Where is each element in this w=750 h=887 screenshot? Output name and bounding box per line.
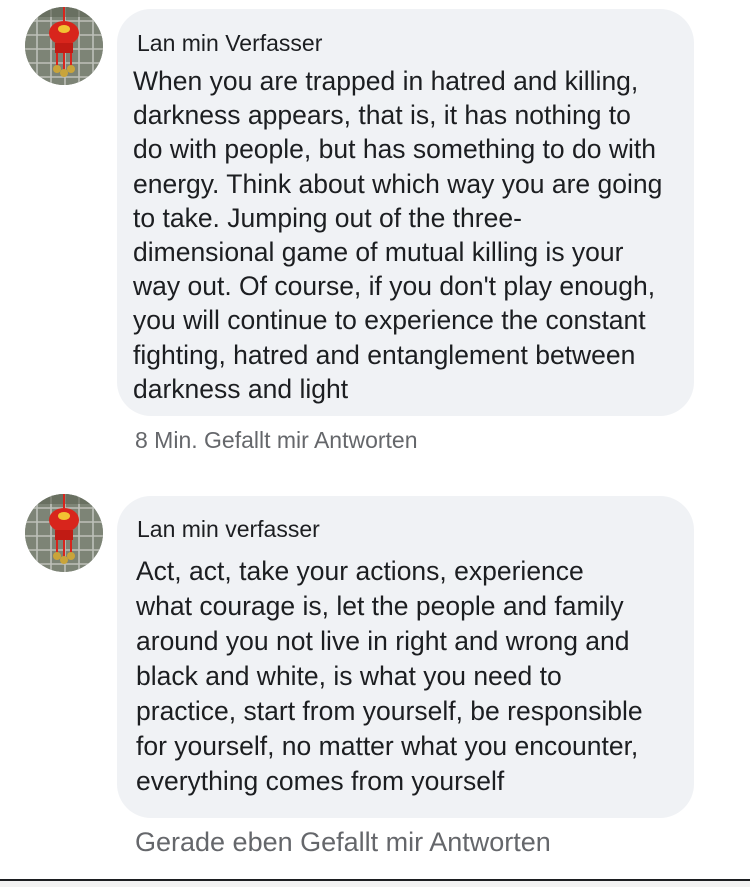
comment-text-line: to take. Jumping out of the three- bbox=[133, 202, 522, 233]
comment-text-line: Act, act, take your actions, experience bbox=[136, 556, 584, 586]
comment-actions: 8 Min. Gefallt mir Antworten bbox=[135, 427, 418, 454]
comment-actions: Gerade eben Gefallt mir Antworten bbox=[135, 827, 551, 858]
like-button[interactable]: Gefallt mir bbox=[204, 427, 309, 453]
comment-text: Act, act, take your actions, experience … bbox=[136, 554, 643, 799]
comment-text-line: around you not live in right and wrong a… bbox=[136, 626, 630, 656]
comment-text-line: practice, start from yourself, be respon… bbox=[136, 696, 643, 726]
avatar-image bbox=[25, 494, 103, 572]
comment-text-line: do with people, but has something to do … bbox=[133, 134, 656, 165]
avatar[interactable] bbox=[25, 7, 103, 85]
comment-text-line: energy. Think about which way you are go… bbox=[133, 168, 663, 199]
comment-text-line: dimensional game of mutual killing is yo… bbox=[133, 237, 624, 268]
comment-author[interactable]: Lan min Verfasser bbox=[137, 30, 322, 57]
comment-text-line: fighting, hatred and entanglement betwee… bbox=[133, 339, 636, 370]
bottom-divider bbox=[0, 879, 750, 887]
avatar-image bbox=[25, 7, 103, 85]
reply-button[interactable]: Antworten bbox=[429, 827, 551, 857]
comment-text: When you are trapped in hatred and killi… bbox=[133, 64, 662, 406]
comment-bubble: Lan min Verfasser When you are trapped i… bbox=[117, 9, 694, 416]
comment-text-line: what courage is, let the people and fami… bbox=[136, 591, 624, 621]
comment-text-line: black and white, is what you need to bbox=[136, 661, 562, 691]
comment-timestamp: Gerade eben bbox=[135, 827, 293, 857]
comment-text-line: everything comes from yourself bbox=[136, 766, 505, 796]
avatar[interactable] bbox=[25, 494, 103, 572]
reply-button[interactable]: Antworten bbox=[314, 427, 418, 453]
like-button[interactable]: Gefallt mir bbox=[300, 827, 423, 857]
comment-text-line: for yourself, no matter what you encount… bbox=[136, 731, 639, 761]
comment-text-line: darkness and light bbox=[133, 373, 349, 404]
comment-text-line: When you are trapped in hatred and killi… bbox=[133, 66, 639, 96]
comment-author[interactable]: Lan min verfasser bbox=[137, 516, 320, 543]
comment-text-line: way out. Of course, if you don't play en… bbox=[133, 271, 656, 302]
comment-timestamp: 8 Min. bbox=[135, 427, 198, 453]
comment-text-line: you will continue to experience the cons… bbox=[133, 305, 646, 336]
comment-text-line: darkness appears, that is, it has nothin… bbox=[133, 100, 631, 131]
comment-bubble: Lan min verfasser Act, act, take your ac… bbox=[117, 496, 694, 818]
